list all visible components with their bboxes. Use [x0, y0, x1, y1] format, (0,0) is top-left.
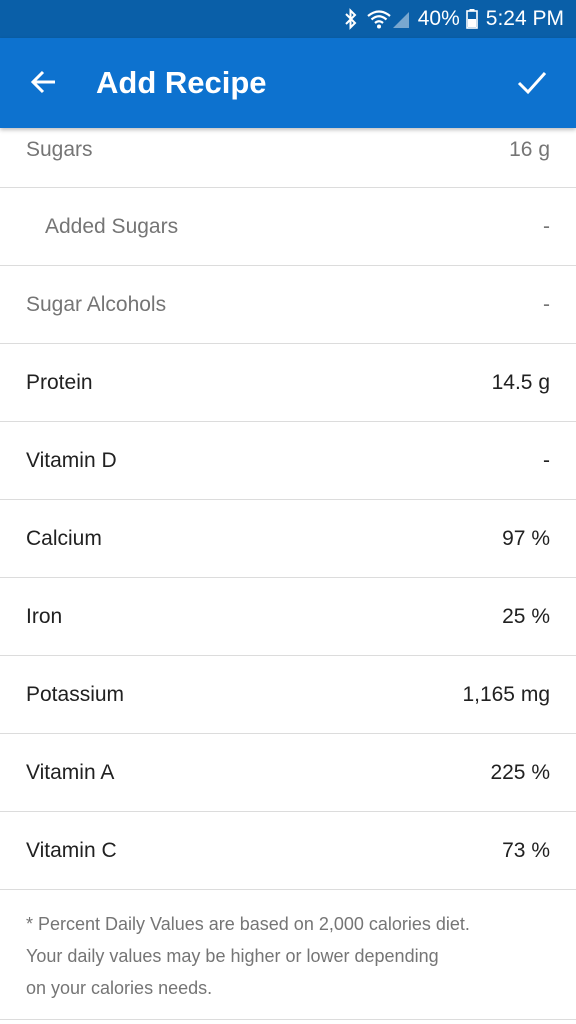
footnote-line: Your daily values may be higher or lower…: [26, 946, 439, 966]
nutrient-value: 97 %: [502, 526, 550, 550]
nutrient-label: Vitamin D: [26, 448, 117, 472]
nutrient-row-vitamin-a: Vitamin A 225 %: [0, 734, 576, 812]
nutrient-row-sugar-alcohols: Sugar Alcohols -: [0, 266, 576, 344]
nutrient-row-added-sugars: Added Sugars -: [0, 188, 576, 266]
nutrient-row-protein: Protein 14.5 g: [0, 344, 576, 422]
wifi-icon: [366, 8, 392, 30]
nutrient-row-vitamin-c: Vitamin C 73 %: [0, 812, 576, 890]
nutrient-label: Vitamin A: [26, 760, 115, 784]
nutrient-label: Vitamin C: [26, 838, 117, 862]
nutrient-label: Sugar Alcohols: [26, 292, 167, 316]
nutrient-value: 14.5 g: [491, 370, 550, 394]
nutrient-value: 1,165 mg: [462, 682, 550, 706]
nutrient-value: 73 %: [502, 838, 550, 862]
nutrient-label: Potassium: [26, 682, 125, 706]
check-icon: [516, 68, 548, 101]
back-button[interactable]: [20, 60, 68, 108]
nutrient-row-iron: Iron 25 %: [0, 578, 576, 656]
footnote-line: * Percent Daily Values are based on 2,00…: [26, 914, 470, 934]
app-bar: Add Recipe: [0, 38, 576, 128]
footnote-line: on your calories needs.: [26, 978, 213, 998]
battery-icon: [465, 9, 478, 29]
nutrient-row-vitamin-d: Vitamin D -: [0, 422, 576, 500]
nutrient-value: 25 %: [502, 604, 550, 628]
page-title: Add Recipe: [96, 65, 267, 100]
nutrient-label: Added Sugars: [45, 214, 179, 238]
battery-percent: 40%: [417, 7, 460, 30]
nutrient-value: 225 %: [490, 760, 550, 784]
nutrient-value: -: [543, 214, 550, 238]
nutrient-label: Protein: [26, 370, 93, 394]
bluetooth-icon: [344, 8, 358, 30]
nutrient-row-potassium: Potassium 1,165 mg: [0, 656, 576, 734]
save-button[interactable]: [508, 60, 556, 108]
nutrient-value: -: [543, 448, 550, 472]
signal-icon: [392, 9, 410, 29]
clock: 5:24 PM: [485, 7, 564, 30]
nutrient-value: -: [543, 292, 550, 316]
nutrient-label: Calcium: [26, 526, 102, 550]
status-bar: 40% 5:24 PM: [0, 0, 576, 38]
nutrient-label: Iron: [26, 604, 63, 628]
arrow-left-icon: [30, 68, 58, 101]
nutrient-row-calcium: Calcium 97 %: [0, 500, 576, 578]
daily-values-footnote: * Percent Daily Values are based on 2,00…: [0, 890, 576, 1020]
nutrition-list[interactable]: Sugars 16 g Added Sugars - Sugar Alcohol…: [0, 110, 576, 1020]
